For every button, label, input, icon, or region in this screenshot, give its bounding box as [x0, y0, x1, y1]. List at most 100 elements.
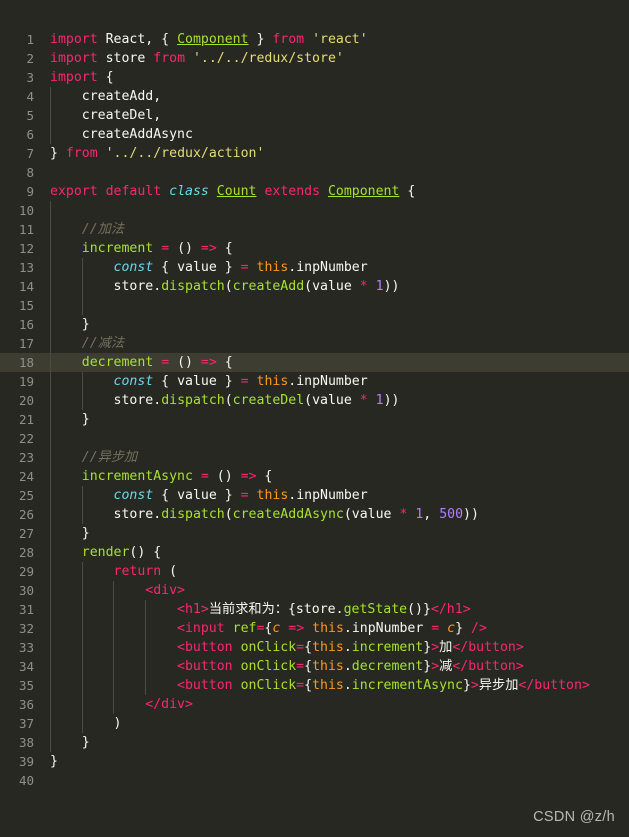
line-number: 17 — [18, 336, 34, 351]
code-line[interactable]: 8 — [0, 163, 629, 182]
code-line-text: <button onClick={this.decrement}>减</butt… — [177, 659, 524, 674]
line-number: 29 — [18, 564, 34, 579]
code-line-text: createAddAsync — [81, 127, 193, 142]
code-line[interactable]: 7 } from '../../redux/action' — [0, 144, 629, 163]
code-line[interactable]: 18 decrement = () => { — [0, 353, 629, 372]
line-number: 8 — [26, 165, 34, 180]
code-line[interactable]: 23 //异步加 — [0, 448, 629, 467]
line-number: 37 — [18, 716, 34, 731]
line-number: 26 — [18, 507, 34, 522]
code-line-text: } from '../../redux/action' — [50, 146, 265, 161]
code-line-text: } — [50, 412, 90, 427]
line-number: 10 — [18, 203, 34, 218]
line-number: 20 — [18, 393, 34, 408]
line-number: 1 — [26, 32, 34, 47]
line-number: 34 — [18, 659, 34, 674]
line-number: 36 — [18, 697, 34, 712]
code-line[interactable]: 26 store.dispatch(createAddAsync(value *… — [0, 505, 629, 524]
line-number: 27 — [18, 526, 34, 541]
code-line[interactable]: 13 const { value } = this.inpNumber — [0, 258, 629, 277]
code-line[interactable]: 28 render() { — [0, 543, 629, 562]
line-number: 9 — [26, 184, 34, 199]
code-line[interactable]: 5 createDel, — [0, 106, 629, 125]
line-number: 32 — [18, 621, 34, 636]
line-number: 39 — [18, 754, 34, 769]
code-line[interactable]: 17 //减法 — [0, 334, 629, 353]
code-line[interactable]: 9 export default class Count extends Comp… — [0, 182, 629, 201]
line-number: 38 — [18, 735, 34, 750]
code-line-text: } — [50, 754, 58, 769]
line-number: 24 — [18, 469, 34, 484]
line-number: 18 — [18, 355, 34, 370]
code-line-text: //异步加 — [81, 450, 138, 465]
code-line[interactable]: 37 ) — [0, 714, 629, 733]
line-number: 31 — [18, 602, 34, 617]
code-line[interactable]: 36 </div> — [0, 695, 629, 714]
line-number: 4 — [26, 89, 34, 104]
code-line[interactable]: 38 } — [0, 733, 629, 752]
code-line-text: } — [50, 735, 90, 750]
code-line[interactable]: 2 import store from '../../redux/store' — [0, 49, 629, 68]
code-line[interactable]: 33 <button onClick={this.increment}>加</b… — [0, 638, 629, 657]
code-line-text: store.dispatch(createAddAsync(value * 1,… — [113, 507, 479, 522]
line-number: 11 — [18, 222, 34, 237]
code-line-text: //减法 — [81, 336, 125, 351]
code-editor[interactable]: 1 import React, { Component } from 'react… — [0, 0, 629, 837]
code-line[interactable]: 32 <input ref={c => this.inpNumber = c} … — [0, 619, 629, 638]
line-number: 5 — [26, 108, 34, 123]
code-line[interactable]: 30 <div> — [0, 581, 629, 600]
code-line[interactable]: 16 } — [0, 315, 629, 334]
code-line-text: </div> — [145, 697, 193, 712]
code-line[interactable]: 35 <button onClick={this.incrementAsync}… — [0, 676, 629, 695]
code-line[interactable]: 6 createAddAsync — [0, 125, 629, 144]
line-number: 40 — [18, 773, 34, 788]
code-line[interactable]: 34 <button onClick={this.decrement}>减</b… — [0, 657, 629, 676]
line-number: 6 — [26, 127, 34, 142]
line-number: 12 — [18, 241, 34, 256]
code-line-text: ) — [50, 716, 122, 731]
code-line-text: increment = () => { — [81, 241, 233, 256]
code-line[interactable]: 14 store.dispatch(createAdd(value * 1)) — [0, 277, 629, 296]
line-number: 35 — [18, 678, 34, 693]
code-line[interactable]: 15 — [0, 296, 629, 315]
line-number: 28 — [18, 545, 34, 560]
code-line[interactable]: 21 } — [0, 410, 629, 429]
code-line[interactable]: 24 incrementAsync = () => { — [0, 467, 629, 486]
code-line[interactable]: 19 const { value } = this.inpNumber — [0, 372, 629, 391]
line-number: 23 — [18, 450, 34, 465]
code-line[interactable]: 40 — [0, 771, 629, 790]
line-number: 25 — [18, 488, 34, 503]
code-line-text: const { value } = this.inpNumber — [113, 260, 368, 275]
code-line-text: render() { — [81, 545, 162, 560]
line-number: 3 — [26, 70, 34, 85]
line-number: 7 — [26, 146, 34, 161]
code-line[interactable]: 20 store.dispatch(createDel(value * 1)) — [0, 391, 629, 410]
code-line-text: store.dispatch(createAdd(value * 1)) — [113, 279, 400, 294]
code-line[interactable]: 12 increment = () => { — [0, 239, 629, 258]
code-line[interactable]: 22 — [0, 429, 629, 448]
code-line-text: import React, { Component } from 'react' — [50, 32, 368, 47]
code-line[interactable]: 39} — [0, 752, 629, 771]
line-number: 19 — [18, 374, 34, 389]
code-line[interactable]: 10 — [0, 201, 629, 220]
code-line[interactable]: 3 import { — [0, 68, 629, 87]
code-line-text: import { — [50, 70, 114, 85]
code-line[interactable]: 1 import React, { Component } from 'react… — [0, 30, 629, 49]
code-line[interactable]: 31 <h1>当前求和为：{store.getState()}</h1> — [0, 600, 629, 619]
line-number: 22 — [18, 431, 34, 446]
line-number: 14 — [18, 279, 34, 294]
code-line[interactable]: 27 } — [0, 524, 629, 543]
code-line-text: <input ref={c => this.inpNumber = c} /> — [177, 621, 487, 636]
code-line-text: export default class Count extends Compo… — [50, 184, 416, 199]
code-line-text: <div> — [145, 583, 185, 598]
code-line-text: decrement = () => { — [81, 355, 233, 370]
code-line[interactable]: 4 createAdd, — [0, 87, 629, 106]
code-line[interactable]: 25 const { value } = this.inpNumber — [0, 486, 629, 505]
csdn-watermark: CSDN @z/h — [533, 809, 615, 825]
line-number: 2 — [26, 51, 34, 66]
code-line[interactable]: 11 //加法 — [0, 220, 629, 239]
code-line-text: <button onClick={this.increment}>加</butt… — [177, 640, 524, 655]
code-line-text: store.dispatch(createDel(value * 1)) — [113, 393, 400, 408]
code-lines-container[interactable]: 1 import React, { Component } from 'react… — [0, 30, 629, 790]
code-line[interactable]: 29 return ( — [0, 562, 629, 581]
